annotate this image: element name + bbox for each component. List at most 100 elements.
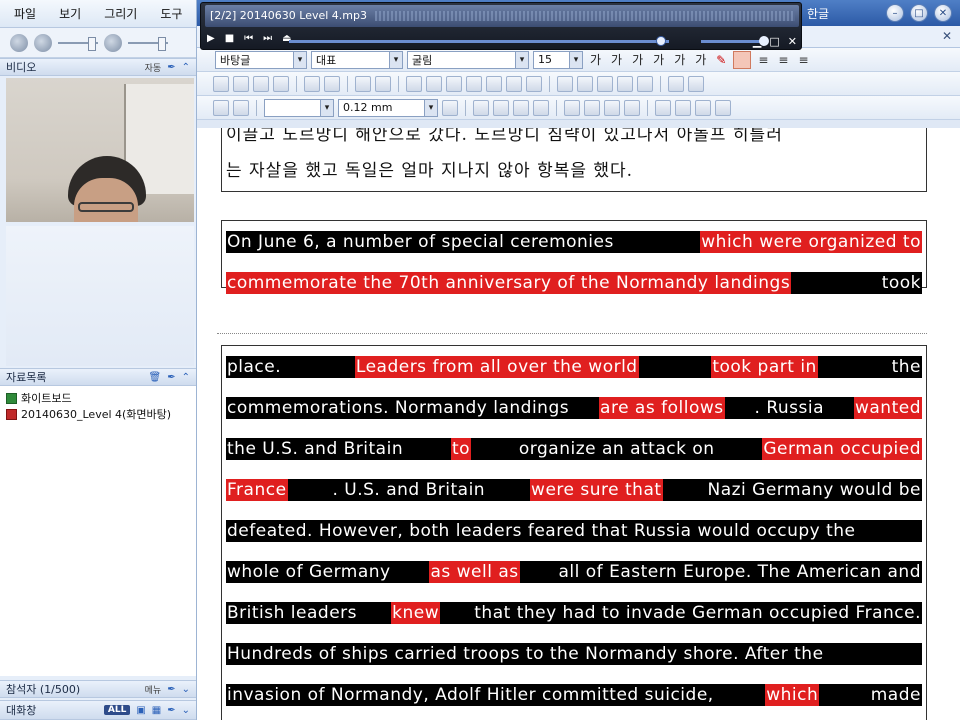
open-icon[interactable] <box>233 75 249 92</box>
delete-cell-icon[interactable] <box>695 99 711 116</box>
font-select[interactable]: 굴림 <box>407 50 529 69</box>
highlight-black: . Russia <box>753 396 826 419</box>
para-shape-icon[interactable] <box>526 75 542 92</box>
columns-icon[interactable] <box>668 75 684 92</box>
font-size-select[interactable]: 15 <box>533 50 583 69</box>
document-view[interactable]: 이끌고 노르망디 해안으로 갔다. 노르망디 침략이 있고나서 아돌프 히틀러 … <box>197 128 960 720</box>
microphone-icon[interactable] <box>104 33 122 52</box>
copy-icon[interactable] <box>446 75 462 92</box>
pen-color-button[interactable]: ✎ <box>713 53 729 67</box>
chart-icon[interactable] <box>597 75 613 92</box>
pin-icon[interactable]: ✒ <box>167 705 175 716</box>
preview-icon[interactable] <box>324 75 340 92</box>
insert-col-icon[interactable] <box>604 99 620 116</box>
pin-icon[interactable]: ✒ <box>167 62 175 73</box>
cell-icon[interactable] <box>513 99 529 116</box>
collapse-icon[interactable]: ⌃ <box>182 62 190 73</box>
line-style-select[interactable] <box>264 98 334 117</box>
chat-all-button[interactable]: ALL <box>103 705 131 715</box>
file-list-title: 자료목록 <box>6 371 47 384</box>
minimize-button[interactable]: – <box>886 4 904 22</box>
align-justify-button[interactable] <box>733 50 752 69</box>
player-restore-icon[interactable]: □ <box>769 35 779 48</box>
player-minimize-icon[interactable]: ▁ <box>753 35 761 48</box>
text-line: place. Leaders from all over the world too… <box>222 346 926 387</box>
new-icon[interactable] <box>213 75 229 92</box>
format-copy-icon[interactable] <box>486 75 502 92</box>
expand-icon[interactable]: ⌄ <box>182 705 190 716</box>
save-icon[interactable] <box>253 75 269 92</box>
fill-icon[interactable] <box>493 99 509 116</box>
border-icon[interactable] <box>473 99 489 116</box>
strike-button[interactable]: 가 <box>650 51 667 68</box>
stop-icon[interactable]: ■ <box>225 33 234 44</box>
collapse-icon[interactable]: ⌃ <box>182 372 190 383</box>
close-button[interactable]: ✕ <box>934 4 952 22</box>
align-right-button[interactable]: ≡ <box>795 53 811 67</box>
text-color-button[interactable]: 가 <box>671 51 688 68</box>
redo-icon[interactable] <box>375 75 391 92</box>
find-icon[interactable] <box>406 75 422 92</box>
char-shape-icon[interactable] <box>506 75 522 92</box>
draw-select-icon[interactable] <box>213 99 229 116</box>
text-line: whole of Germany as well as all of Eastern… <box>222 551 926 592</box>
style-select[interactable]: 바탕글 <box>215 50 307 69</box>
line-width-select[interactable]: 0.12 mm <box>338 98 438 117</box>
underline-button[interactable]: 가 <box>629 51 646 68</box>
highlight-button[interactable]: 가 <box>692 51 709 68</box>
align-left-button[interactable]: ≡ <box>755 53 771 67</box>
table-icon[interactable] <box>577 75 593 92</box>
paste-icon[interactable] <box>466 75 482 92</box>
close-doc-icon[interactable]: ✕ <box>942 29 952 43</box>
expand-icon[interactable]: ⌄ <box>182 684 190 695</box>
image-icon[interactable] <box>557 75 573 92</box>
list-item[interactable]: 20140630_Level 4(화면바탕) <box>6 406 190 422</box>
shape-icon[interactable] <box>617 75 633 92</box>
merge-icon[interactable] <box>533 99 549 116</box>
align-center-button[interactable]: ≡ <box>775 53 791 67</box>
seek-slider[interactable] <box>289 36 669 46</box>
pin-icon[interactable]: ✒ <box>167 372 175 383</box>
print-icon[interactable] <box>304 75 320 92</box>
participants-menu-button[interactable]: 메뉴 <box>145 683 162 696</box>
save-as-icon[interactable] <box>273 75 289 92</box>
save-icon[interactable]: ▣ <box>136 705 145 716</box>
cut-icon[interactable] <box>426 75 442 92</box>
player-close-icon[interactable]: ✕ <box>788 35 797 48</box>
av-controls <box>0 28 196 58</box>
undo-icon[interactable] <box>355 75 371 92</box>
italic-button[interactable]: 가 <box>608 51 625 68</box>
highlight-red: wanted <box>853 396 922 419</box>
menu-file[interactable]: 파일 <box>0 5 45 22</box>
speaker-icon[interactable] <box>34 33 52 52</box>
trash-icon[interactable]: 🗑 <box>149 372 162 383</box>
maximize-button[interactable]: □ <box>910 4 928 22</box>
text-line: 이끌고 노르망디 해안으로 갔다. 노르망디 침략이 있고나서 아돌프 히틀러 <box>226 128 783 145</box>
prev-icon[interactable]: ⏮ <box>244 33 253 44</box>
bold-button[interactable]: 가 <box>587 51 604 68</box>
pin-icon[interactable]: ✒ <box>167 684 175 695</box>
header-icon[interactable] <box>688 75 704 92</box>
insert-row-icon[interactable] <box>584 99 600 116</box>
list-icon[interactable] <box>624 99 640 116</box>
draw-edit-icon[interactable] <box>233 99 249 116</box>
next-icon[interactable]: ⏭ <box>263 33 272 44</box>
webcam-icon[interactable] <box>10 33 28 52</box>
menu-tools[interactable]: 도구 <box>146 5 191 22</box>
line-color-icon[interactable] <box>442 99 458 116</box>
menu-view[interactable]: 보기 <box>45 5 90 22</box>
symbol-icon[interactable] <box>637 75 653 92</box>
list-item[interactable]: 화이트보드 <box>6 390 190 406</box>
speaker-volume-slider[interactable] <box>58 36 98 51</box>
highlight-red: which were organized to <box>700 230 922 253</box>
mic-volume-slider[interactable] <box>128 36 168 51</box>
language-select[interactable]: 대표 <box>311 50 403 69</box>
video-mode-dropdown[interactable]: 자동 <box>145 61 162 74</box>
table-props-icon[interactable] <box>655 99 671 116</box>
menu-draw[interactable]: 그리기 <box>90 5 146 22</box>
split-cell-icon[interactable] <box>675 99 691 116</box>
grid-icon[interactable] <box>564 99 580 116</box>
color-icon[interactable]: ▦ <box>152 705 161 716</box>
cell-align-icon[interactable] <box>715 99 731 116</box>
play-icon[interactable]: ▶ <box>207 33 215 44</box>
